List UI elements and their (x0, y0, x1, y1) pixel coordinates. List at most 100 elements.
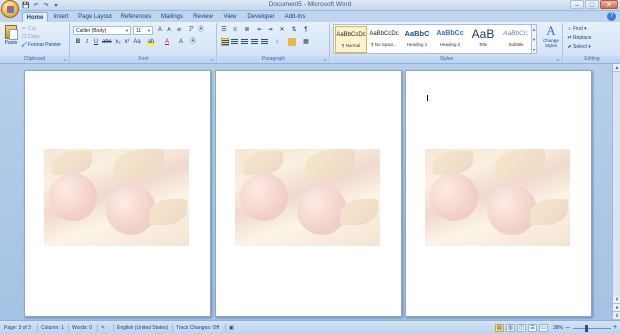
cut-button[interactable]: ✂ Cut (21, 25, 61, 33)
sort-icon[interactable]: ⇅ (290, 26, 298, 34)
multilevel-list-icon[interactable]: ≣ (243, 26, 251, 34)
close-button[interactable]: ✕ (600, 0, 618, 9)
borders-icon[interactable]: ▦ (302, 38, 310, 46)
scroll-down-icon[interactable]: ▼ (532, 35, 536, 45)
asian-layout-icon[interactable]: ✕ (278, 26, 286, 34)
decrease-indent-icon[interactable]: ⇤ (256, 26, 264, 34)
zoom-out-button[interactable]: – (566, 324, 570, 332)
line-spacing-icon[interactable]: ↕ (273, 38, 281, 46)
align-left-button[interactable] (221, 38, 229, 46)
tab-developer[interactable]: Developer (244, 12, 278, 22)
copy-button[interactable]: ❐ Copy (21, 33, 61, 41)
shrink-font-icon[interactable]: A (165, 26, 173, 34)
change-styles-button[interactable]: A Change Styles (540, 24, 562, 54)
language-indicator[interactable]: English (United States) (113, 324, 168, 332)
font-name-select[interactable]: Calibri (Body) ▼ (73, 26, 131, 35)
page-3[interactable] (405, 70, 592, 317)
track-changes-indicator[interactable]: Track Changes: Off (172, 324, 219, 332)
bullets-icon[interactable]: ☰ (220, 26, 228, 34)
character-border-icon[interactable]: Ⓐ (189, 38, 197, 46)
macro-recording-icon[interactable]: ▣ (225, 324, 234, 332)
font-size-select[interactable]: 11 ▼ (133, 26, 153, 35)
bold-button[interactable]: B (74, 38, 82, 46)
zoom-slider[interactable] (573, 325, 611, 332)
clear-formatting-icon[interactable]: ⌀ (175, 26, 183, 34)
highlight-color-icon[interactable]: ab (147, 38, 155, 46)
font-launcher-icon[interactable]: ↘ (210, 57, 215, 62)
style-heading-1[interactable]: AaBbC Heading 1 (401, 26, 433, 53)
superscript-button[interactable]: x² (123, 38, 131, 46)
column-indicator[interactable]: Column: 1 (37, 324, 64, 332)
tab-mailings[interactable]: Mailings (157, 12, 187, 22)
zoom-level[interactable]: 38% (553, 324, 563, 332)
page-1[interactable] (24, 70, 211, 317)
subscript-button[interactable]: x₂ (114, 38, 122, 46)
increase-indent-icon[interactable]: ⇥ (266, 26, 274, 34)
paste-button[interactable]: Paste (2, 25, 20, 51)
replace-icon: ⇄ (567, 35, 572, 41)
style-heading-2[interactable]: AaBbCc Heading 2 (434, 26, 466, 53)
tab-add-ins[interactable]: Add-Ins (282, 12, 308, 22)
format-painter-button[interactable]: 🖌Format Painter (21, 41, 61, 49)
clipboard-launcher-icon[interactable]: ↘ (63, 57, 68, 62)
style-normal[interactable]: AaBbCcDc ¶ Normal (335, 26, 367, 53)
outline-view-button[interactable]: ☰ (528, 324, 537, 332)
underline-button[interactable]: U (92, 38, 100, 46)
justify-button[interactable] (251, 38, 259, 46)
distributed-button[interactable] (261, 38, 269, 46)
style-title[interactable]: AaB Title (467, 26, 499, 53)
tab-insert[interactable]: Insert (50, 12, 72, 22)
minimize-button[interactable]: – (570, 0, 584, 9)
font-color-icon[interactable]: A (163, 38, 171, 46)
maximize-button[interactable]: □ (585, 0, 599, 9)
draft-view-button[interactable]: ▭ (539, 324, 548, 332)
scroll-up-icon[interactable]: ▲ (613, 64, 620, 72)
italic-button[interactable]: I (83, 38, 91, 46)
replace-button[interactable]: ⇄Replace (566, 34, 591, 42)
browse-object-icon[interactable]: ● (613, 304, 620, 312)
style-subtitle[interactable]: AaBbCc. Subtitle (500, 26, 532, 53)
tab-view[interactable]: View (219, 12, 241, 22)
font-group-label: Font (71, 56, 216, 63)
grow-font-icon[interactable]: A (156, 26, 164, 34)
spelling-check-icon[interactable]: ✎ (97, 324, 105, 332)
paragraph-launcher-icon[interactable]: ↘ (323, 57, 328, 62)
document-area[interactable] (0, 64, 620, 320)
vertical-scrollbar[interactable]: ▲ ⇞ ● ⇟ (612, 64, 620, 320)
paragraph-group: ☰ ≡ ≣ ⇤ ⇥ ✕ ⇅ ¶ ↕ ▦ Paragraph ↘ (218, 23, 330, 63)
phonetic-guide-icon[interactable]: ア (187, 26, 195, 34)
show-hide-marks-icon[interactable]: ¶ (302, 26, 310, 34)
window-controls: – □ ✕ (570, 0, 618, 9)
styles-launcher-icon[interactable]: ↘ (556, 57, 561, 62)
tab-references[interactable]: References (118, 12, 154, 22)
print-layout-view-button[interactable]: ▤ (495, 324, 504, 332)
full-screen-reading-view-button[interactable]: ▥ (506, 324, 515, 332)
word-count[interactable]: Words: 0 (68, 324, 92, 332)
style-no-spacing[interactable]: AaBbCcDc ¶ No Spaci... (368, 26, 400, 53)
tab-page-layout[interactable]: Page Layout (76, 12, 114, 22)
gallery-more-icon[interactable]: ▾ (532, 45, 536, 55)
scroll-up-icon[interactable]: ▲ (532, 25, 536, 35)
shading-icon[interactable] (288, 38, 296, 46)
page-count[interactable]: Page: 3 of 3 (4, 324, 31, 332)
page-2[interactable] (215, 70, 402, 317)
zoom-slider-thumb[interactable] (585, 325, 588, 332)
tab-review[interactable]: Review (190, 12, 216, 22)
change-case-icon[interactable]: Aa (133, 38, 141, 46)
enclose-character-icon[interactable]: Ⓐ (197, 26, 205, 34)
help-icon[interactable]: ? (607, 12, 616, 21)
tab-home[interactable]: Home (22, 12, 48, 22)
align-center-button[interactable] (231, 38, 239, 46)
numbering-icon[interactable]: ≡ (231, 26, 239, 34)
strikethrough-button[interactable]: abc (102, 38, 112, 46)
align-right-button[interactable] (241, 38, 249, 46)
office-button[interactable] (1, 0, 19, 18)
web-layout-view-button[interactable]: ◫ (517, 324, 526, 332)
find-button[interactable]: ⌕ Find ▾ (566, 25, 587, 33)
next-page-icon[interactable]: ⇟ (613, 312, 620, 320)
select-button[interactable]: ⬈Select ▾ (566, 43, 590, 51)
zoom-in-button[interactable]: + (613, 324, 617, 332)
character-shading-icon[interactable]: A (177, 38, 185, 46)
styles-gallery-scroll[interactable]: ▲ ▼ ▾ (531, 24, 537, 54)
previous-page-icon[interactable]: ⇞ (613, 296, 620, 304)
